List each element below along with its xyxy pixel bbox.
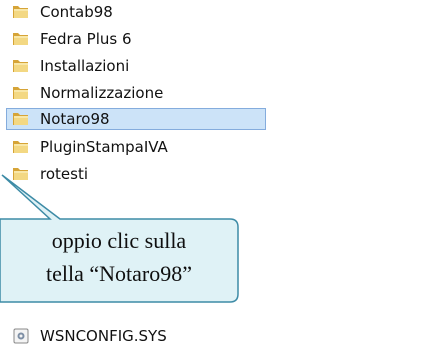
folder-label: Notaro98	[40, 110, 110, 128]
folder-item-normalizzazione[interactable]: Normalizzazione	[0, 81, 422, 105]
folder-label: Fedra Plus 6	[40, 30, 132, 48]
folder-label: Installazioni	[40, 57, 130, 75]
folder-icon	[12, 57, 30, 75]
folder-icon	[12, 110, 30, 128]
folder-item-protesti[interactable]: rotesti	[0, 162, 422, 186]
folder-item-installazioni[interactable]: Installazioni	[0, 54, 422, 78]
folder-item-notaro98[interactable]: Notaro98	[0, 108, 422, 132]
folder-label: PluginStampaIVA	[40, 138, 168, 156]
file-label: WSNCONFIG.SYS	[40, 327, 167, 345]
folder-icon	[12, 3, 30, 21]
folder-label: Normalizzazione	[40, 84, 164, 102]
folder-item-contab98[interactable]: Contab98	[0, 0, 422, 24]
folder-icon	[12, 84, 30, 102]
file-item-wsnconfig-sys[interactable]: WSNCONFIG.SYS	[0, 324, 422, 348]
file-list: Contab98 Fedra Plus 6 Installazioni Norm…	[0, 0, 422, 349]
folder-icon	[12, 138, 30, 156]
system-file-icon	[12, 327, 30, 345]
folder-icon	[12, 30, 30, 48]
folder-label: rotesti	[40, 165, 88, 183]
folder-item-pluginstampaiva[interactable]: PluginStampaIVA	[0, 135, 422, 159]
folder-label: Contab98	[40, 3, 113, 21]
folder-icon	[12, 165, 30, 183]
folder-item-fedra-plus-6[interactable]: Fedra Plus 6	[0, 27, 422, 51]
